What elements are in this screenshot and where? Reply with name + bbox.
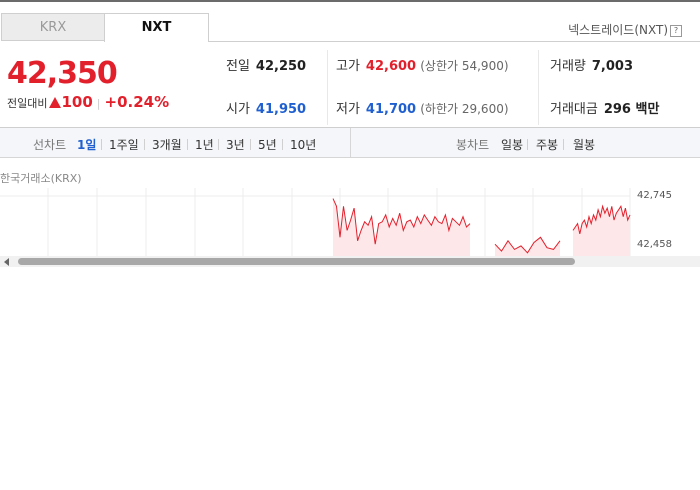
tab-nxt[interactable]: NXT: [104, 13, 209, 42]
stat-low: 저가 41,700 (하한가 29,600): [336, 98, 509, 117]
line-chart-label: 선차트: [33, 138, 67, 152]
stat-value: 296 백만: [603, 102, 660, 117]
period-1week[interactable]: 1주일: [109, 136, 139, 153]
period-1day[interactable]: 1일: [77, 136, 96, 153]
stat-value: 42,250: [255, 59, 307, 74]
period-separator: [187, 139, 188, 150]
candle-chart-label: 봉차트: [456, 138, 490, 152]
period-separator: [563, 139, 564, 150]
stat-value: 41,950: [255, 102, 307, 117]
stat-label: 고가: [336, 59, 360, 74]
period-separator: [144, 139, 145, 150]
change-amount: 100: [61, 93, 93, 111]
up-arrow-icon: [49, 97, 62, 108]
stat-value: 42,600: [365, 59, 417, 74]
stat-label: 저가: [336, 102, 360, 117]
chart-period-bar: 선차트 1일 1주일 3개월 1년 3년 5년 10년 봉차트 일봉 주봉 월봉: [0, 128, 700, 158]
change-separator: |: [96, 97, 101, 110]
nxt-info: 넥스트레이드(NXT)?: [568, 21, 682, 38]
change-label: 전일대비: [7, 97, 48, 110]
period-separator: [250, 139, 251, 150]
stat-amount: 거래대금 296 백만: [550, 98, 659, 117]
period-10year[interactable]: 10년: [290, 136, 316, 153]
stat-open: 시가 41,950: [226, 98, 306, 117]
tab-krx[interactable]: KRX: [1, 13, 105, 41]
period-3year[interactable]: 3년: [226, 136, 245, 153]
change-percent: +0.24%: [104, 93, 170, 111]
stat-volume: 거래량 7,003: [550, 55, 633, 74]
period-3month[interactable]: 3개월: [152, 136, 182, 153]
chart-type-divider: [350, 128, 351, 158]
stat-label: 거래량: [550, 59, 586, 74]
price-area: [495, 237, 560, 258]
price-chart-svg: [0, 188, 631, 258]
stat-label: 전일: [226, 59, 250, 74]
tab-underline: [209, 41, 700, 42]
period-separator: [101, 139, 102, 150]
scroll-left-icon[interactable]: [4, 258, 9, 266]
top-border: [0, 0, 700, 2]
stat-value: 7,003: [591, 59, 634, 74]
stat-label: 거래대금: [550, 102, 598, 117]
period-separator: [527, 139, 528, 150]
nxt-info-label: 넥스트레이드(NXT): [568, 23, 668, 37]
exchange-label: 한국거래소(KRX): [0, 172, 82, 185]
stat-value: 41,700: [365, 102, 417, 117]
candle-weekly[interactable]: 주봉: [536, 136, 558, 153]
upper-limit: (상한가 54,900): [420, 59, 509, 73]
y-tick-label: 42,458: [637, 239, 672, 250]
period-separator: [218, 139, 219, 150]
price-chart: 42,745 42,458: [0, 188, 700, 258]
lower-limit: (하한가 29,600): [420, 102, 509, 116]
candle-monthly[interactable]: 월봉: [573, 136, 595, 153]
candle-daily[interactable]: 일봉: [501, 136, 523, 153]
help-icon[interactable]: ?: [670, 25, 682, 37]
stat-label: 시가: [226, 102, 250, 117]
horizontal-scrollbar[interactable]: [0, 256, 700, 267]
current-price: 42,350: [7, 56, 118, 91]
period-1year[interactable]: 1년: [195, 136, 214, 153]
stat-prev-close: 전일 42,250: [226, 55, 306, 74]
column-divider: [538, 50, 539, 125]
stat-high: 고가 42,600 (상한가 54,900): [336, 55, 509, 74]
y-tick-label: 42,745: [637, 190, 672, 201]
period-separator: [282, 139, 283, 150]
price-change: 전일대비 100 | +0.24%: [7, 93, 169, 111]
period-5year[interactable]: 5년: [258, 136, 277, 153]
scrollbar-thumb[interactable]: [18, 258, 575, 265]
column-divider: [327, 50, 328, 125]
